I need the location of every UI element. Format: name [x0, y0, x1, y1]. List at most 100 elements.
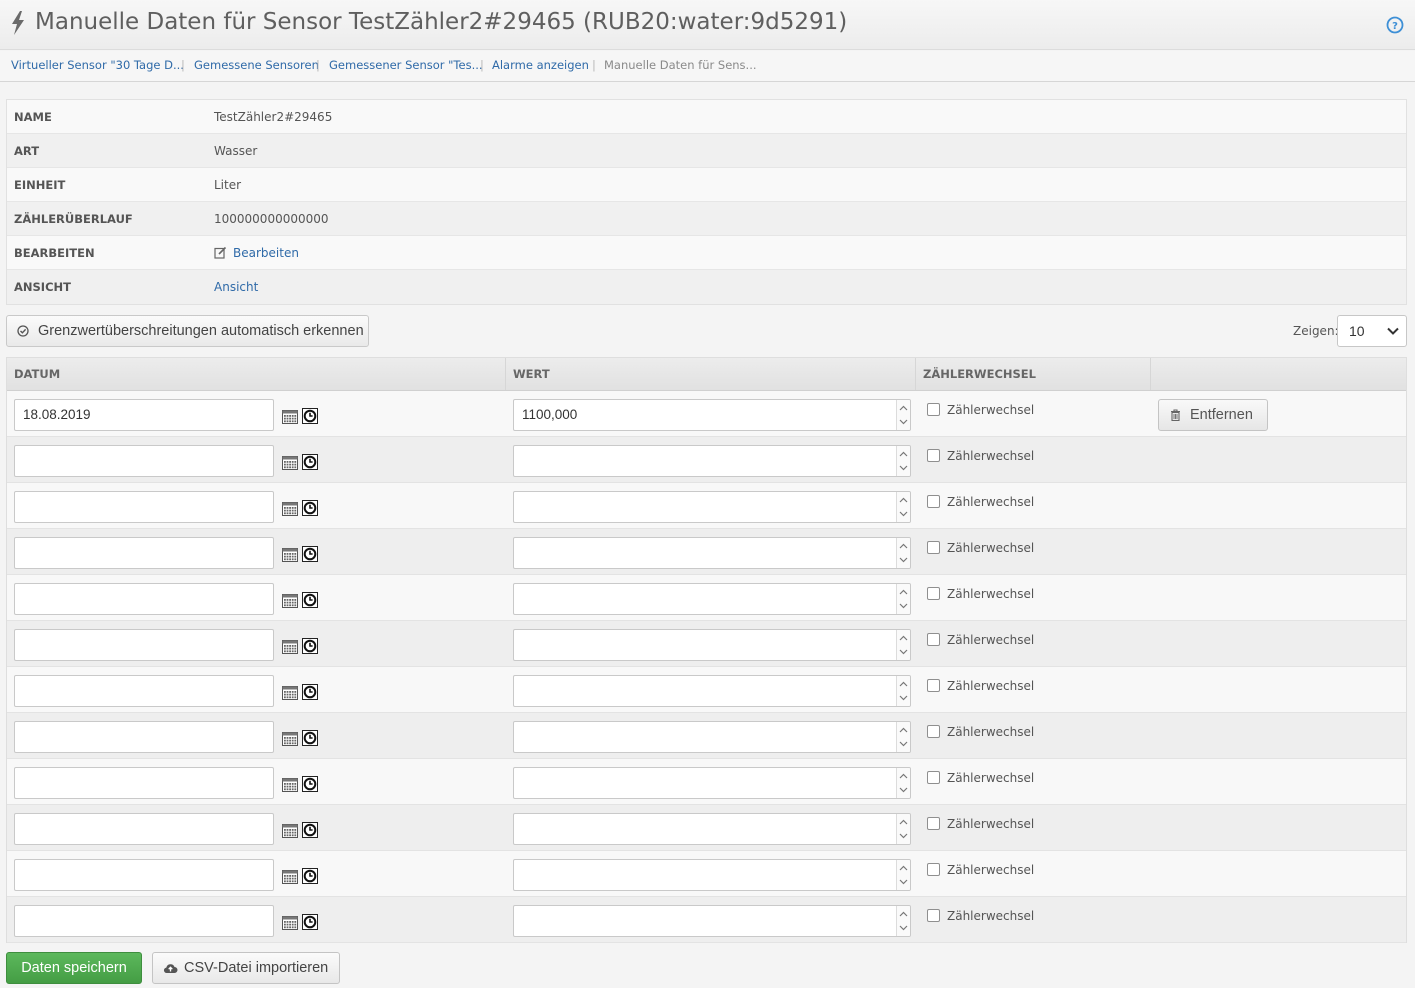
show-select[interactable]: 10 [1337, 315, 1407, 347]
value-spinner[interactable] [896, 676, 910, 706]
clock-icon[interactable] [302, 730, 318, 746]
date-input[interactable] [14, 445, 274, 477]
value-spinner[interactable] [896, 906, 910, 936]
date-input[interactable] [14, 675, 274, 707]
clock-icon[interactable] [302, 776, 318, 792]
value-input[interactable] [513, 675, 911, 707]
value-spinner[interactable] [896, 630, 910, 660]
breadcrumb-item-virtual-sensor[interactable]: Virtueller Sensor "30 Tage D... [11, 58, 184, 72]
remove-button[interactable]: Entfernen [1158, 399, 1268, 431]
value-spinner[interactable] [896, 722, 910, 752]
clock-icon[interactable] [302, 868, 318, 884]
counter-change-checkbox[interactable] [927, 863, 940, 876]
value-input[interactable] [513, 767, 911, 799]
date-input[interactable] [14, 767, 274, 799]
calendar-icon[interactable] [282, 731, 298, 746]
check-circle-icon [17, 325, 29, 337]
clock-icon[interactable] [302, 500, 318, 516]
calendar-icon[interactable] [282, 501, 298, 516]
date-input[interactable] [14, 813, 274, 845]
value-spinner[interactable] [896, 768, 910, 798]
value-input[interactable] [513, 583, 911, 615]
value-input[interactable] [513, 905, 911, 937]
clock-icon[interactable] [302, 822, 318, 838]
clock-icon[interactable] [302, 914, 318, 930]
counter-change-checkbox[interactable] [927, 403, 940, 416]
value-spinner[interactable] [896, 584, 910, 614]
table-row: Zählerwechsel [7, 805, 1406, 851]
counter-change-label: Zählerwechsel [947, 817, 1035, 831]
counter-change-label: Zählerwechsel [947, 725, 1035, 739]
calendar-icon[interactable] [282, 593, 298, 608]
show-select-value: 10 [1349, 323, 1365, 339]
counter-change-checkbox[interactable] [927, 817, 940, 830]
calendar-icon[interactable] [282, 455, 298, 470]
info-row-name: NAME TestZähler2#29465 [7, 100, 1406, 134]
breadcrumb: Virtueller Sensor "30 Tage D... | Gemess… [0, 51, 1415, 82]
value-input[interactable] [513, 721, 911, 753]
breadcrumb-item-alarms[interactable]: Alarme anzeigen [492, 58, 589, 72]
info-row-unit: EINHEIT Liter [7, 168, 1406, 202]
date-input[interactable] [14, 629, 274, 661]
value-spinner[interactable] [896, 492, 910, 522]
breadcrumb-separator: | [316, 58, 320, 72]
value-input[interactable] [513, 445, 911, 477]
save-data-button[interactable]: Daten speichern [6, 952, 142, 984]
date-input[interactable] [14, 583, 274, 615]
breadcrumb-item-measured-sensors[interactable]: Gemessene Sensoren [194, 58, 319, 72]
table-row: 18.08.2019 1100,000 Zählerwechsel Entfernen [7, 391, 1406, 437]
calendar-icon[interactable] [282, 915, 298, 930]
value-spinner[interactable] [896, 860, 910, 890]
counter-change-checkbox[interactable] [927, 909, 940, 922]
clock-icon[interactable] [302, 546, 318, 562]
value-input[interactable]: 1100,000 [513, 399, 911, 431]
date-input[interactable] [14, 721, 274, 753]
calendar-icon[interactable] [282, 639, 298, 654]
calendar-icon[interactable] [282, 823, 298, 838]
value-input[interactable] [513, 537, 911, 569]
view-link[interactable]: Ansicht [214, 280, 258, 294]
counter-change-checkbox[interactable] [927, 725, 940, 738]
import-csv-button[interactable]: CSV-Datei importieren [152, 952, 340, 984]
value-spinner[interactable] [896, 446, 910, 476]
clock-icon[interactable] [302, 408, 318, 424]
calendar-icon[interactable] [282, 547, 298, 562]
date-input[interactable] [14, 859, 274, 891]
info-row-edit: BEARBEITEN Bearbeiten [7, 236, 1406, 270]
column-header-actions [1151, 358, 1406, 390]
counter-change-checkbox[interactable] [927, 679, 940, 692]
clock-icon[interactable] [302, 454, 318, 470]
value-input[interactable] [513, 813, 911, 845]
value-spinner[interactable] [896, 400, 910, 430]
counter-change-checkbox[interactable] [927, 449, 940, 462]
counter-change-checkbox[interactable] [927, 495, 940, 508]
counter-change-checkbox[interactable] [927, 633, 940, 646]
date-input[interactable]: 18.08.2019 [14, 399, 274, 431]
calendar-icon[interactable] [282, 409, 298, 424]
info-row-type: ART Wasser [7, 134, 1406, 168]
breadcrumb-item-measured-sensor[interactable]: Gemessener Sensor "Tes... [329, 58, 483, 72]
edit-link[interactable]: Bearbeiten [214, 246, 299, 260]
date-input[interactable] [14, 491, 274, 523]
value-spinner[interactable] [896, 538, 910, 568]
clock-icon[interactable] [302, 592, 318, 608]
auto-detect-button[interactable]: Grenzwertüberschreitungen automatisch er… [6, 315, 369, 347]
table-row: Zählerwechsel [7, 575, 1406, 621]
calendar-icon[interactable] [282, 777, 298, 792]
clock-icon[interactable] [302, 684, 318, 700]
counter-change-checkbox[interactable] [927, 587, 940, 600]
table-row: Zählerwechsel [7, 759, 1406, 805]
table-row: Zählerwechsel [7, 667, 1406, 713]
calendar-icon[interactable] [282, 685, 298, 700]
date-input[interactable] [14, 905, 274, 937]
value-input[interactable] [513, 629, 911, 661]
counter-change-checkbox[interactable] [927, 541, 940, 554]
help-icon[interactable]: ? [1386, 16, 1404, 34]
value-input[interactable] [513, 859, 911, 891]
calendar-icon[interactable] [282, 869, 298, 884]
value-input[interactable] [513, 491, 911, 523]
counter-change-checkbox[interactable] [927, 771, 940, 784]
value-spinner[interactable] [896, 814, 910, 844]
clock-icon[interactable] [302, 638, 318, 654]
date-input[interactable] [14, 537, 274, 569]
